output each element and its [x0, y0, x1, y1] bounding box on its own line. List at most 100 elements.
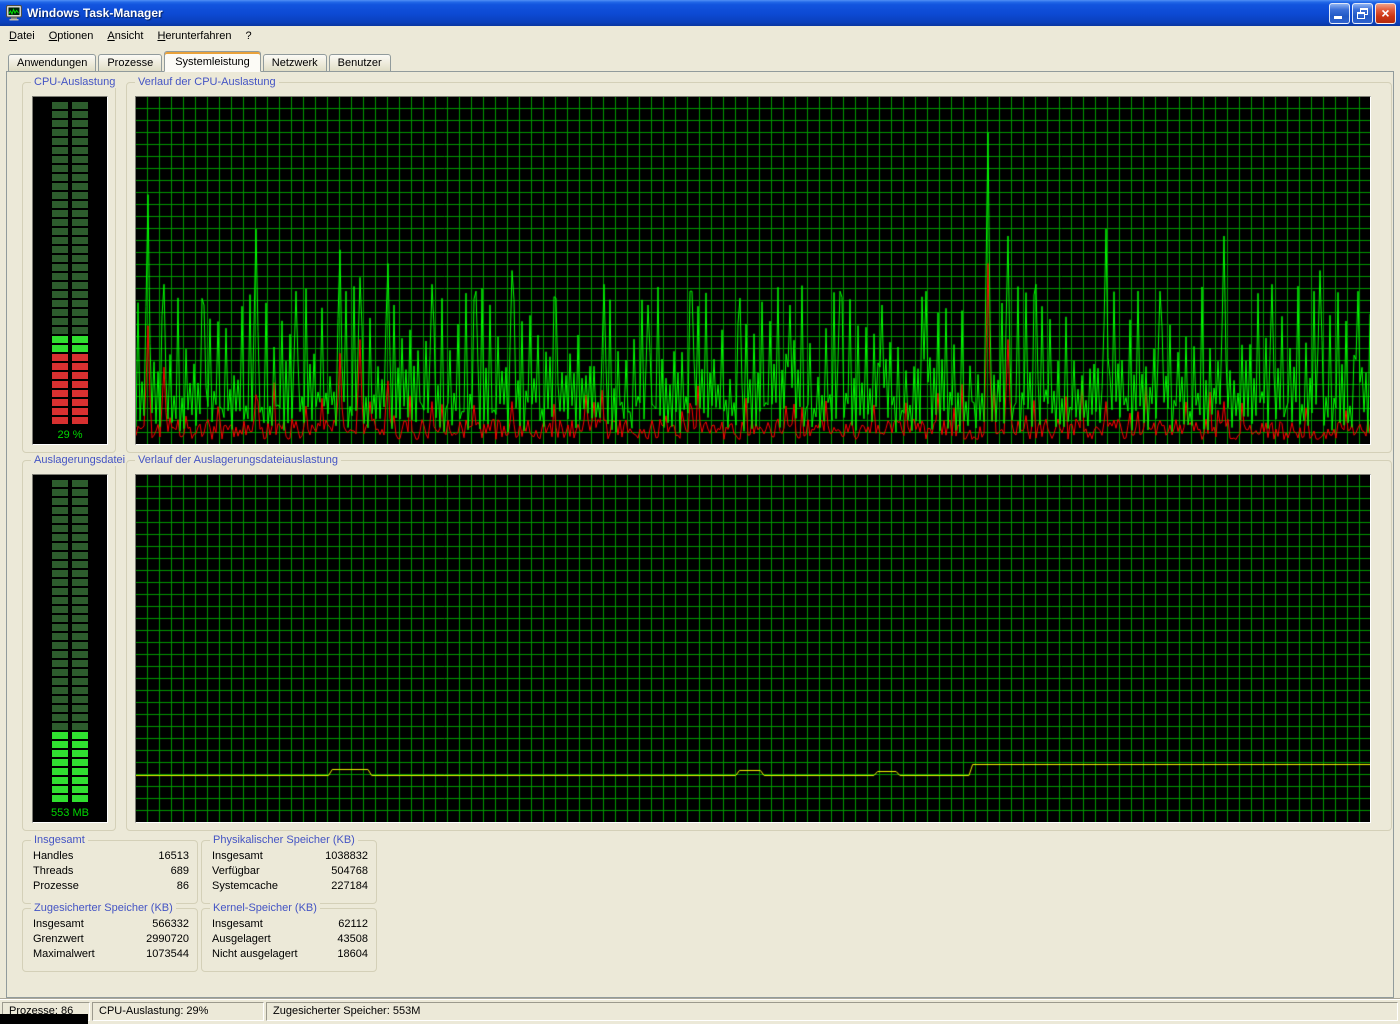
led-segment [52, 165, 88, 172]
led-segment [52, 759, 88, 766]
menu-datei[interactable]: Datei [2, 27, 42, 45]
led-segment [52, 336, 88, 343]
stat-row: Systemcache 227184 [212, 879, 368, 894]
menubar: Datei Optionen Ansicht Herunterfahren? [0, 26, 1400, 46]
led-segment [52, 669, 88, 676]
stat-value: 566332 [152, 918, 189, 930]
stat-row: Threads 689 [33, 864, 189, 879]
status-commit-charge: Zugesicherter Speicher: 553M [266, 1002, 1398, 1021]
kernel-memory-group-title: Kernel-Speicher (KB) [210, 902, 320, 914]
cpu-usage-group: CPU-Auslastung 29 % [22, 76, 119, 453]
led-segment [52, 480, 88, 487]
cpu-history-screen [135, 96, 1371, 445]
led-segment [52, 795, 88, 802]
physical-memory-group: Physikalischer Speicher (KB) Insgesamt 10… [201, 834, 377, 904]
led-segment [52, 597, 88, 604]
window-title: Windows Task-Manager [27, 6, 163, 20]
led-segment [52, 156, 88, 163]
led-segment [52, 282, 88, 289]
cpu-history-group: Verlauf der CPU-Auslastung [126, 76, 1392, 453]
led-segment [52, 588, 88, 595]
led-segment [52, 417, 88, 424]
stat-label: Prozesse [33, 880, 79, 892]
led-segment [52, 138, 88, 145]
stat-value: 2990720 [146, 933, 189, 945]
led-segment [52, 687, 88, 694]
stat-row: Insgesamt 1038832 [212, 849, 368, 864]
led-segment [52, 210, 88, 217]
led-segment [52, 246, 88, 253]
cpu-usage-gauge: 29 % [32, 96, 108, 445]
led-segment [52, 192, 88, 199]
led-segment [52, 723, 88, 730]
pagefile-usage-gauge: 553 MB [32, 474, 108, 823]
commit-charge-group-title: Zugesicherter Speicher (KB) [31, 902, 176, 914]
close-button[interactable]: × [1375, 2, 1396, 24]
led-segment [52, 660, 88, 667]
stat-label: Ausgelagert [212, 933, 271, 945]
menu-herunterfahren[interactable]: Herunterfahren [150, 27, 238, 45]
statusbar: Prozesse: 86 CPU-Auslastung: 29% Zugesiche… [0, 998, 1400, 1024]
close-icon: × [1381, 4, 1390, 21]
led-segment [52, 741, 88, 748]
pagefile-history-group: Verlauf der Auslagerungsdateiauslastung [126, 454, 1392, 831]
led-segment [52, 633, 88, 640]
led-segment [52, 102, 88, 109]
menu-ansicht[interactable]: Ansicht [100, 27, 150, 45]
led-segment [52, 516, 88, 523]
stat-value: 227184 [331, 880, 368, 892]
led-segment [52, 381, 88, 388]
stat-value: 504768 [331, 865, 368, 877]
minimize-icon [1334, 15, 1342, 19]
led-segment [52, 561, 88, 568]
pagefile-history-group-title: Verlauf der Auslagerungsdateiauslastung [135, 454, 341, 466]
stat-row: Handles 16513 [33, 849, 189, 864]
led-segment [52, 651, 88, 658]
tab-netzwerk[interactable]: Netzwerk [262, 54, 327, 72]
pagefile-usage-group: Auslagerungsdatei 553 MB [22, 454, 129, 831]
stat-row: Verfügbar 504768 [212, 864, 368, 879]
led-segment [52, 786, 88, 793]
titlebar[interactable]: Windows Task-Manager × [0, 0, 1400, 26]
pagefile-usage-value: 553 MB [51, 807, 89, 819]
cpu-gauge-led-column [33, 97, 107, 429]
led-segment [52, 543, 88, 550]
physical-memory-group-title: Physikalischer Speicher (KB) [210, 834, 358, 846]
stat-label: Verfügbar [212, 865, 260, 877]
stat-value: 43508 [337, 933, 368, 945]
tab-systemleistung[interactable]: Systemleistung [164, 51, 261, 72]
led-segment [52, 309, 88, 316]
pagefile-history-screen [135, 474, 1371, 823]
stat-row: Maximalwert 1073544 [33, 947, 189, 962]
tab-prozesse[interactable]: Prozesse [98, 54, 163, 72]
led-segment [52, 273, 88, 280]
led-segment [52, 372, 88, 379]
led-segment [52, 642, 88, 649]
led-segment [52, 264, 88, 271]
tab-benutzer[interactable]: Benutzer [328, 54, 391, 72]
task-manager-window: Windows Task-Manager × Datei Optionen Ansi… [0, 0, 1400, 1024]
led-segment [52, 237, 88, 244]
kernel-memory-rows: Insgesamt 62112 Ausgelagert 43508 Nicht ausg… [212, 917, 368, 967]
stat-value: 1073544 [146, 948, 189, 960]
led-segment [52, 255, 88, 262]
tab-anwendungen[interactable]: Anwendungen [8, 54, 97, 72]
pagefile-gauge-led-column [33, 475, 107, 807]
menu-hilfe[interactable]: ? [238, 27, 258, 45]
stat-label: Systemcache [212, 880, 279, 892]
minimize-button[interactable] [1329, 2, 1350, 24]
stat-label: Handles [33, 850, 74, 862]
led-segment [52, 714, 88, 721]
menu-optionen[interactable]: Optionen [42, 27, 101, 45]
led-segment [52, 507, 88, 514]
stat-label: Threads [33, 865, 74, 877]
stat-row: Ausgelagert 43508 [212, 932, 368, 947]
maximize-button[interactable] [1352, 2, 1373, 24]
stat-label: Grenzwert [33, 933, 84, 945]
led-segment [52, 300, 88, 307]
kernel-memory-group: Kernel-Speicher (KB) Insgesamt 62112 Ausge… [201, 902, 377, 972]
stat-row: Grenzwert 2990720 [33, 932, 189, 947]
led-segment [52, 750, 88, 757]
led-segment [52, 408, 88, 415]
stat-row: Insgesamt 62112 [212, 917, 368, 932]
